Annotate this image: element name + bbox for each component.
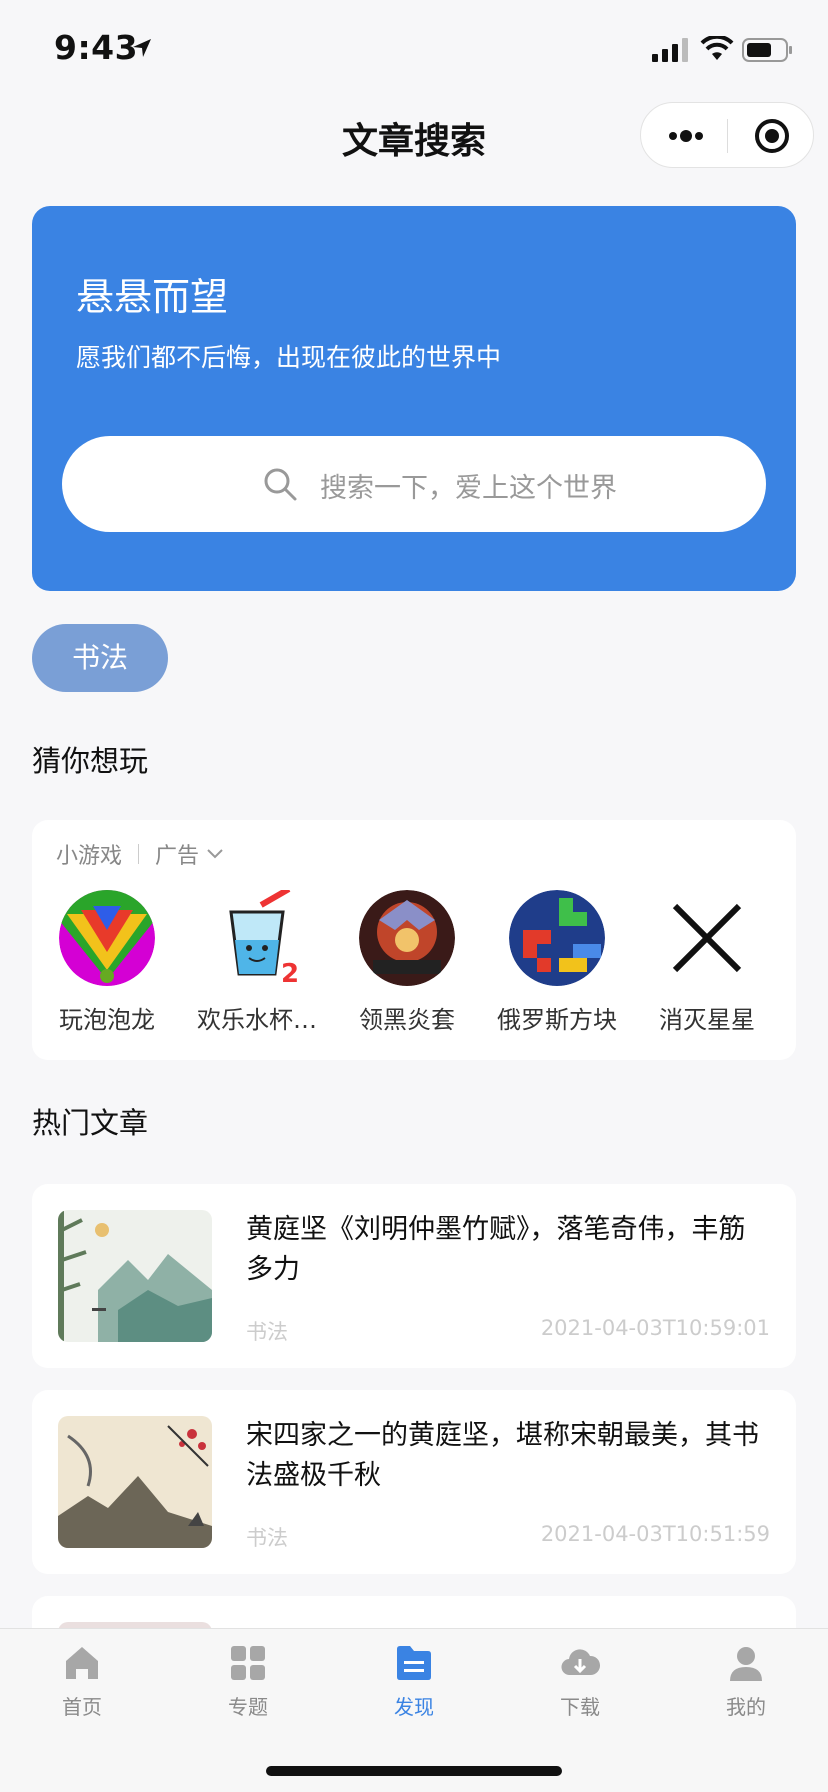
games-card: 小游戏 广告 玩泡泡龙 2 欢乐水杯… 领黑炎套 俄罗斯方块 消灭星星 — [32, 820, 796, 1060]
tab-label: 下载 — [560, 1695, 600, 1719]
miniprogram-capsule — [640, 102, 814, 168]
article-thumbnail — [58, 1416, 212, 1548]
game-item[interactable]: 玩泡泡龙 — [32, 890, 182, 1035]
article-date: 2021-04-03T10:51:59 — [540, 1522, 770, 1546]
location-arrow-icon — [133, 39, 151, 57]
wifi-icon — [700, 36, 734, 60]
grid-icon — [231, 1646, 265, 1680]
guess-section-title: 猜你想玩 — [32, 744, 149, 778]
search-input[interactable]: 搜索一下，爱上这个世界 — [62, 436, 766, 532]
game-name: 欢乐水杯… — [197, 1006, 317, 1034]
hero-title: 悬悬而望 — [76, 275, 229, 319]
close-x-icon — [659, 890, 755, 986]
dark-armor-game-icon — [359, 890, 455, 986]
chevron-down-icon[interactable] — [205, 847, 225, 861]
game-item[interactable]: 消灭星星 — [632, 890, 782, 1035]
mini-game-label: 小游戏 — [56, 844, 123, 869]
article-date: 2021-04-03T10:59:01 — [540, 1316, 770, 1340]
article-card[interactable]: 宋四家之一的黄庭坚，堪称宋朝最美，其书法盛极千秋 书法 2021-04-03T1… — [32, 1390, 796, 1574]
game-name: 玩泡泡龙 — [59, 1006, 155, 1034]
capsule-divider — [727, 119, 728, 153]
games-header: 小游戏 广告 — [56, 838, 225, 870]
header-divider — [138, 844, 140, 864]
close-target-icon[interactable] — [753, 117, 791, 155]
game-name: 领黑炎套 — [359, 1006, 455, 1034]
tab-label: 首页 — [62, 1695, 102, 1719]
ad-label[interactable]: 广告 — [155, 838, 199, 870]
game-name: 俄罗斯方块 — [497, 1006, 617, 1034]
search-icon — [264, 468, 297, 501]
more-dots-icon[interactable] — [665, 121, 707, 151]
hot-section-title: 热门文章 — [32, 1106, 149, 1140]
tab-home[interactable]: 首页 — [27, 1643, 137, 1720]
svg-text:2: 2 — [281, 959, 299, 986]
hero-banner: 悬悬而望 愿我们都不后悔，出现在彼此的世界中 搜索一下，爱上这个世界 — [32, 206, 796, 591]
tab-discover[interactable]: 发现 — [359, 1643, 469, 1720]
game-item[interactable]: 领黑炎套 — [332, 890, 482, 1035]
tab-mine[interactable]: 我的 — [691, 1643, 801, 1720]
bubble-game-icon — [59, 890, 155, 986]
user-icon — [730, 1647, 762, 1681]
cloud-download-icon — [561, 1649, 600, 1676]
tab-topics[interactable]: 专题 — [193, 1643, 303, 1720]
article-category: 书法 — [246, 1320, 288, 1344]
game-item[interactable]: 2 欢乐水杯… — [182, 890, 332, 1035]
cellular-signal-icon — [652, 38, 688, 62]
article-category: 书法 — [246, 1526, 288, 1550]
tab-label: 专题 — [228, 1695, 268, 1719]
water-cup-game-icon: 2 — [209, 890, 305, 986]
status-time: 9:43 — [54, 28, 139, 67]
article-title: 黄庭坚《刘明仲墨竹赋》，落笔奇伟，丰筋多力 — [246, 1214, 746, 1285]
hero-subtitle: 愿我们都不后悔，出现在彼此的世界中 — [76, 343, 502, 372]
article-title: 宋四家之一的黄庭坚，堪称宋朝最美，其书法盛极千秋 — [246, 1420, 759, 1491]
game-name: 消灭星星 — [659, 1006, 755, 1034]
tetris-game-icon — [509, 890, 605, 986]
tab-label: 我的 — [726, 1695, 766, 1719]
home-icon — [66, 1647, 98, 1679]
status-bar: 9:43 — [0, 0, 828, 96]
article-thumbnail — [58, 1210, 212, 1342]
tab-label: 发现 — [394, 1695, 434, 1719]
game-item[interactable]: 俄罗斯方块 — [482, 890, 632, 1035]
article-card[interactable]: 黄庭坚《刘明仲墨竹赋》，落笔奇伟，丰筋多力 书法 2021-04-03T10:5… — [32, 1184, 796, 1368]
tab-download[interactable]: 下载 — [525, 1643, 635, 1720]
search-placeholder: 搜索一下，爱上这个世界 — [320, 473, 617, 504]
category-tag[interactable]: 书法 — [32, 624, 168, 692]
home-indicator — [266, 1766, 562, 1776]
battery-icon — [742, 38, 792, 62]
discover-icon — [397, 1646, 431, 1680]
